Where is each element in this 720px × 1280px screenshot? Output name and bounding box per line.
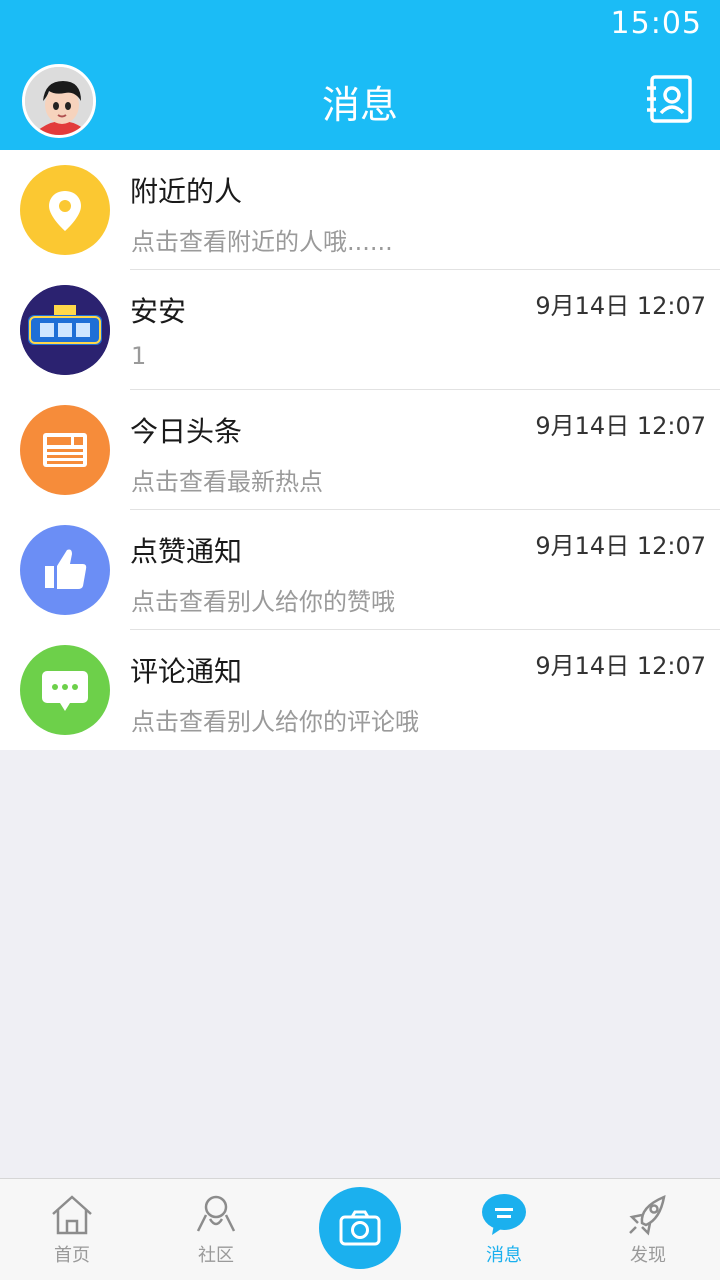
- message-time: 9月14日 12:07: [535, 532, 706, 560]
- message-name: 附近的人: [130, 175, 243, 208]
- message-preview: 点击查看附近的人哦......: [131, 228, 393, 256]
- message-name: 今日头条: [130, 415, 243, 448]
- tab-community[interactable]: 社区: [166, 1193, 266, 1267]
- page-title: 消息: [321, 83, 398, 127]
- home-icon: [52, 1195, 92, 1235]
- message-row-nearby[interactable]: 附近的人 点击查看附近的人哦......: [0, 150, 720, 270]
- message-preview: 点击查看别人给你的评论哦: [131, 708, 419, 736]
- tab-home-label: 首页: [54, 1245, 90, 1266]
- message-preview: 点击查看别人给你的赞哦: [131, 588, 395, 616]
- location-pin-icon: [20, 165, 110, 255]
- status-time: 15:05: [610, 6, 702, 41]
- camera-button[interactable]: [319, 1187, 401, 1269]
- tab-discover-label: 发现: [630, 1245, 666, 1266]
- message-preview: 1: [131, 342, 147, 370]
- contacts-button[interactable]: [644, 74, 694, 124]
- message-time: 9月14日 12:07: [535, 412, 706, 440]
- message-bubble-icon: [482, 1194, 526, 1235]
- message-list: 附近的人 点击查看附近的人哦...... 安安 9月14日 12:07 1 今日…: [0, 150, 720, 750]
- community-icon: [196, 1195, 236, 1232]
- contacts-icon: [647, 75, 692, 123]
- anan-avatar-logo: [20, 285, 110, 375]
- tab-discover[interactable]: 发现: [598, 1193, 698, 1267]
- message-time: 9月14日 12:07: [535, 292, 706, 320]
- message-name: 安安: [130, 295, 187, 328]
- message-row-comments[interactable]: 评论通知 9月14日 12:07 点击查看别人给你的评论哦: [0, 630, 720, 750]
- tab-messages[interactable]: 消息: [454, 1193, 554, 1267]
- comment-icon: [20, 645, 110, 735]
- rocket-icon: [629, 1194, 666, 1236]
- tab-messages-label: 消息: [486, 1245, 522, 1266]
- message-time: 9月14日 12:07: [535, 652, 706, 680]
- news-icon: [20, 405, 110, 495]
- tab-community-label: 社区: [198, 1245, 234, 1266]
- message-row-likes[interactable]: 点赞通知 9月14日 12:07 点击查看别人给你的赞哦: [0, 510, 720, 630]
- message-row-headlines[interactable]: 今日头条 9月14日 12:07 点击查看最新热点: [0, 390, 720, 510]
- top-bar: 15:05 消息: [0, 0, 720, 150]
- camera-icon: [339, 1210, 381, 1246]
- message-row-anan[interactable]: 安安 9月14日 12:07 1: [0, 270, 720, 390]
- message-name: 评论通知: [130, 655, 243, 688]
- message-name: 点赞通知: [130, 535, 243, 568]
- tab-home[interactable]: 首页: [22, 1193, 122, 1267]
- message-preview: 点击查看最新热点: [131, 468, 323, 496]
- thumbs-up-icon: [20, 525, 110, 615]
- bottom-tab-bar: 首页 社区 消息 发现: [0, 1178, 720, 1280]
